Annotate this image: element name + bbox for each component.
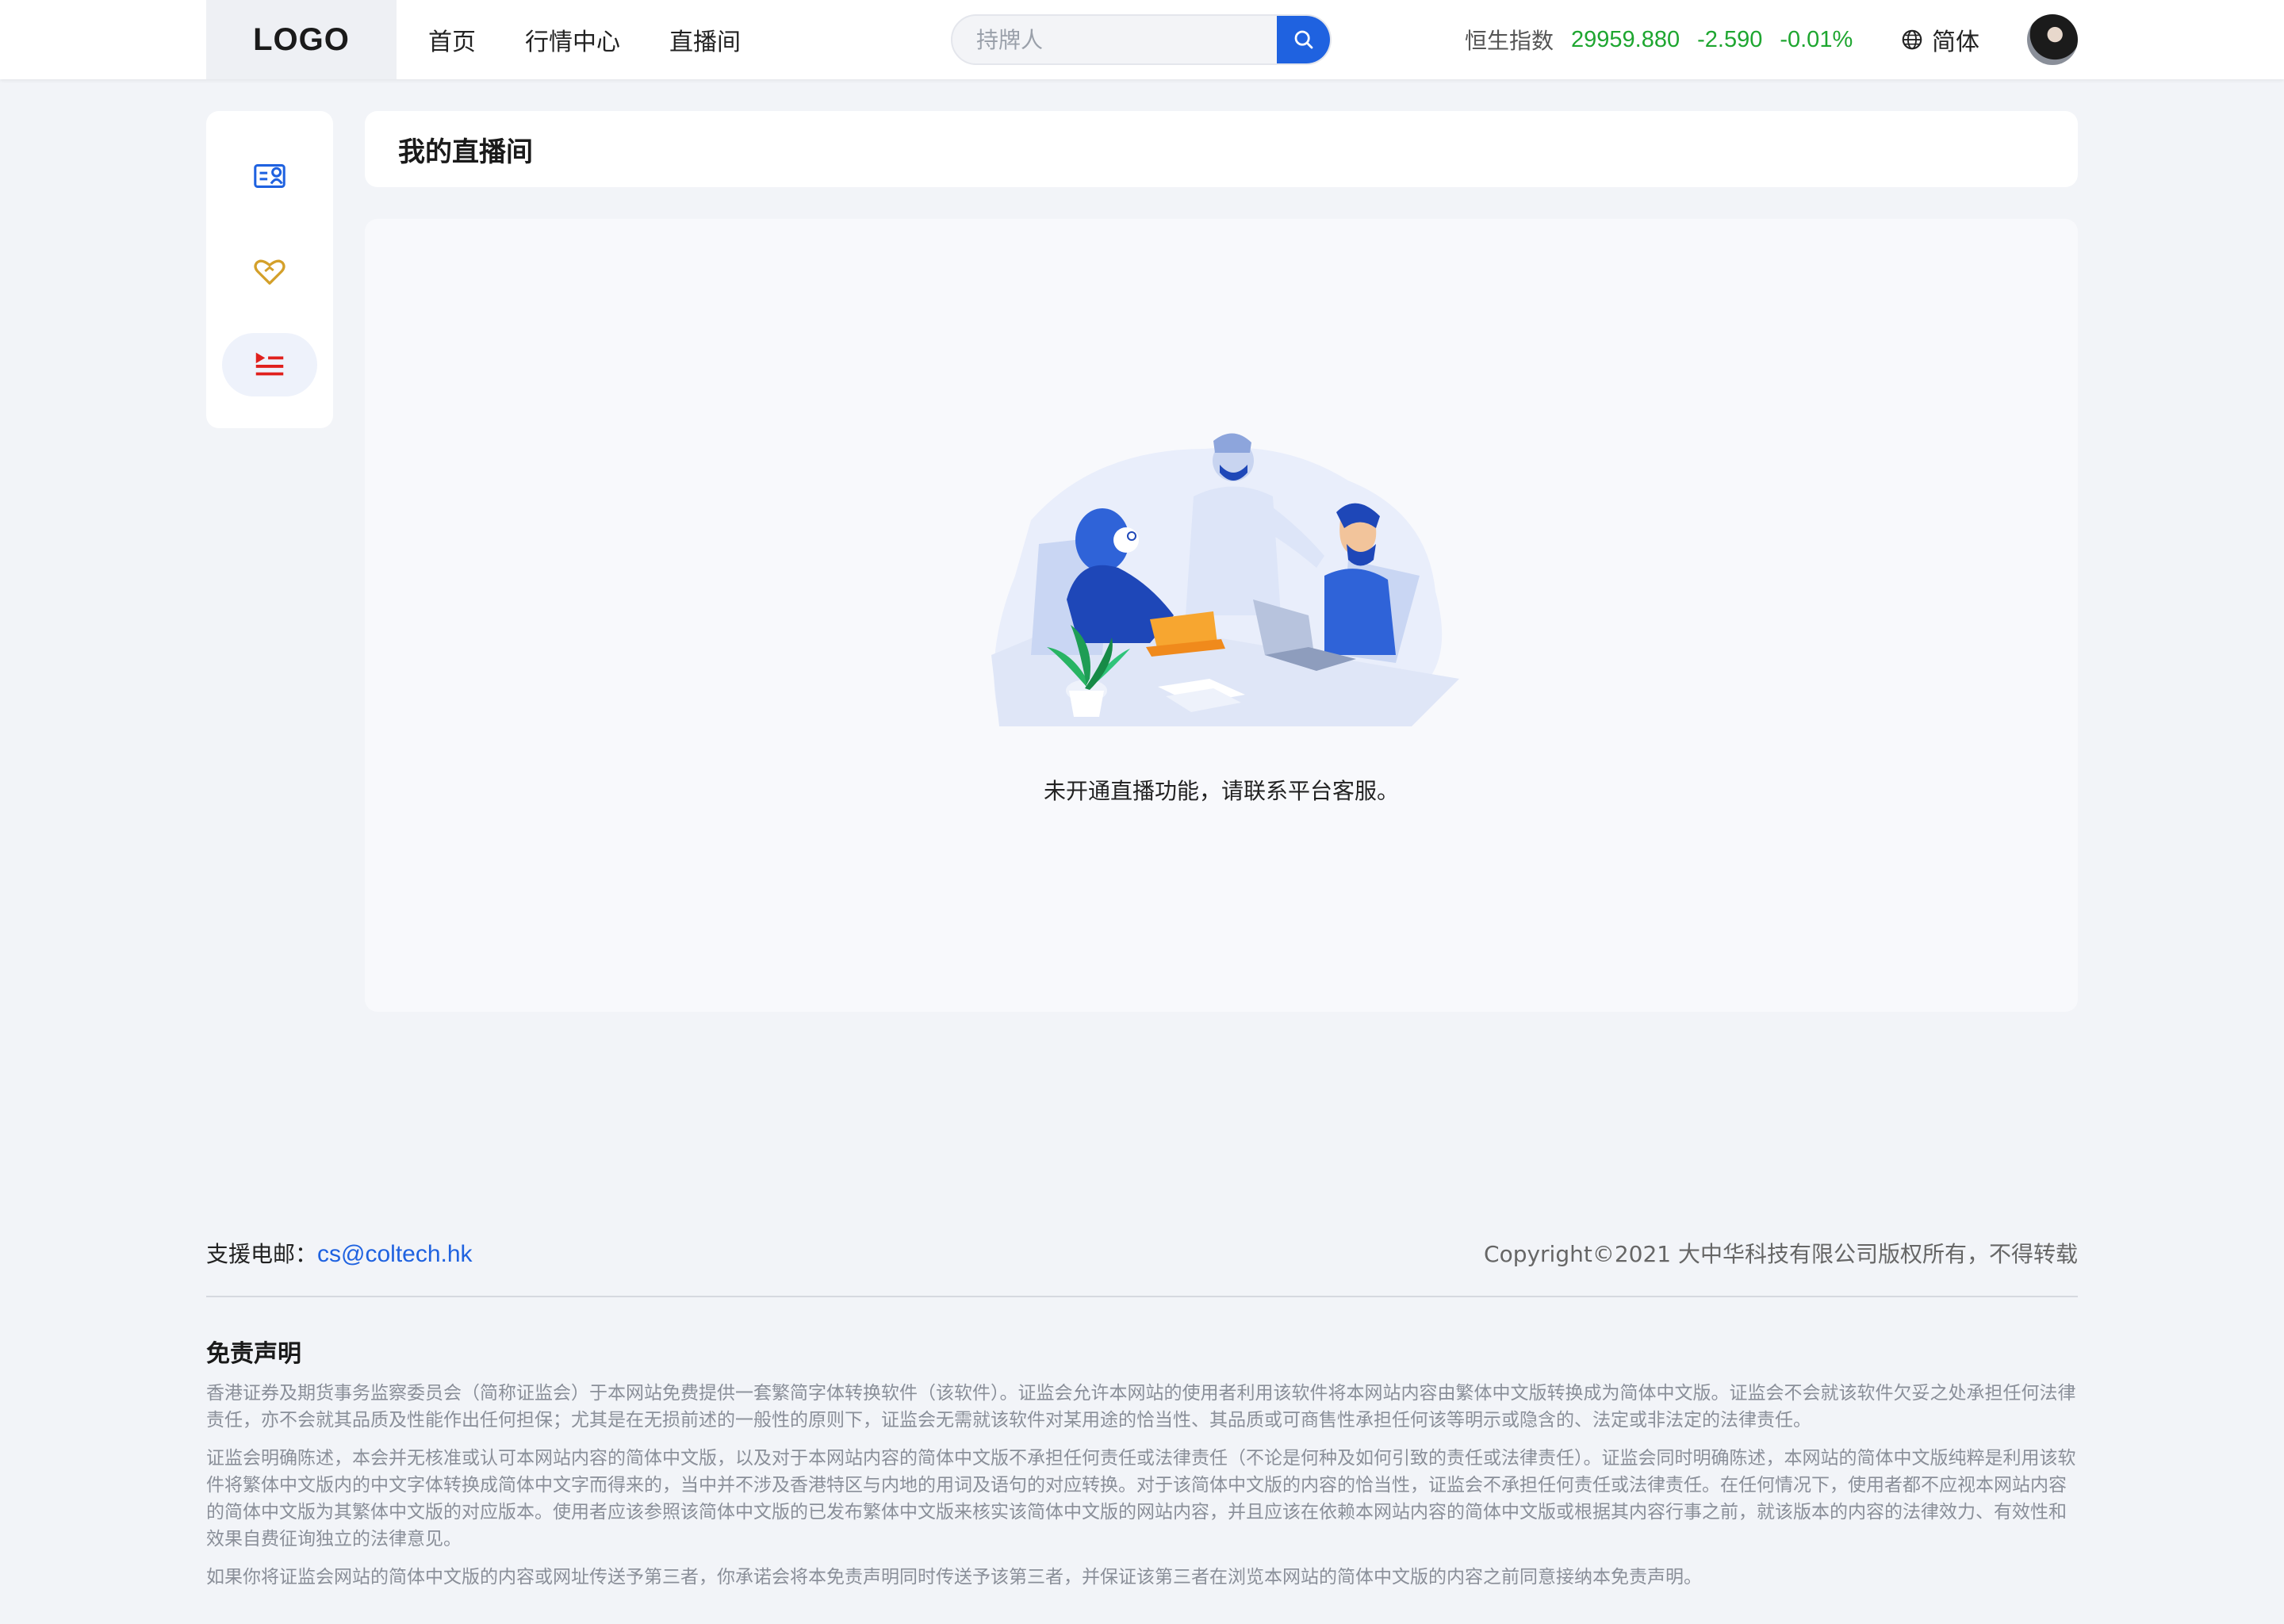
index-label: 恒生指数 [1465, 28, 1554, 54]
index-value: 29959.880 [1571, 26, 1680, 52]
disclaimer-body: 香港证券及期货事务监察委员会（简称证监会）于本网站免费提供一套繁简字体转换软件（… [206, 1380, 2078, 1602]
sidebar-item-favorites[interactable] [222, 239, 317, 303]
empty-state-panel: 未开通直播功能，请联系平台客服。 [365, 219, 2078, 1012]
disclaimer-paragraph: 证监会明确陈述，本会并无核准或认可本网站内容的简体中文版，以及对于本网站内容的简… [206, 1448, 2076, 1549]
sidebar-item-profile[interactable] [222, 144, 317, 208]
page-title: 我的直播间 [398, 136, 533, 168]
nav-home[interactable]: 首页 [428, 22, 476, 57]
sidebar-item-live-room[interactable] [222, 333, 317, 396]
copyright-text: Copyright©2021 大中华科技有限公司版权所有，不得转载 [1484, 1241, 2078, 1267]
search-icon [1294, 30, 1313, 49]
user-avatar[interactable] [2027, 14, 2078, 65]
profile-card-icon [254, 164, 286, 188]
play-list-icon [255, 352, 284, 376]
search-bar [951, 14, 1332, 65]
footer-divider [206, 1296, 2078, 1297]
support-contact: 支援电邮：cs@coltech.hk [206, 1237, 473, 1269]
index-percent: -0.01% [1780, 26, 1853, 52]
index-change: -2.590 [1697, 26, 1763, 52]
disclaimer-paragraph: 如果你将证监会网站的简体中文版的内容或网址传送予第三者，你承诺会将本免责声明同时… [206, 1567, 1702, 1588]
disclaimer-title: 免责声明 [206, 1340, 301, 1368]
search-button[interactable] [1277, 16, 1330, 63]
logo[interactable]: LOGO [206, 0, 397, 79]
empty-state-message: 未开通直播功能，请联系平台客服。 [1043, 778, 1399, 804]
support-email-link[interactable]: cs@coltech.hk [317, 1241, 473, 1267]
disclaimer-paragraph: 香港证券及期货事务监察委员会（简称证监会）于本网站免费提供一套繁简字体转换软件（… [206, 1383, 2076, 1431]
team-meeting-illustration [991, 433, 1459, 726]
heart-icon [254, 259, 286, 285]
search-input[interactable] [952, 16, 1277, 63]
main-nav: 首页 行情中心 直播间 [428, 0, 790, 79]
nav-market-center[interactable]: 行情中心 [525, 22, 620, 57]
language-label: 简体 [1932, 29, 1979, 56]
page-title-card: 我的直播间 [365, 111, 2078, 187]
footer-contact-row: 支援电邮：cs@coltech.hk Copyright©2021 大中华科技有… [206, 1237, 2078, 1272]
support-label: 支援电邮： [206, 1241, 318, 1267]
top-header: LOGO 首页 行情中心 直播间 恒生指数 29959.880 -2.590 -… [0, 0, 2284, 79]
globe-icon [1902, 29, 1922, 50]
side-menu [206, 111, 333, 428]
nav-live-room[interactable]: 直播间 [669, 22, 741, 57]
hang-seng-index: 恒生指数 29959.880 -2.590 -0.01% [1465, 0, 1870, 79]
language-switcher[interactable]: 简体 [1900, 0, 1979, 79]
